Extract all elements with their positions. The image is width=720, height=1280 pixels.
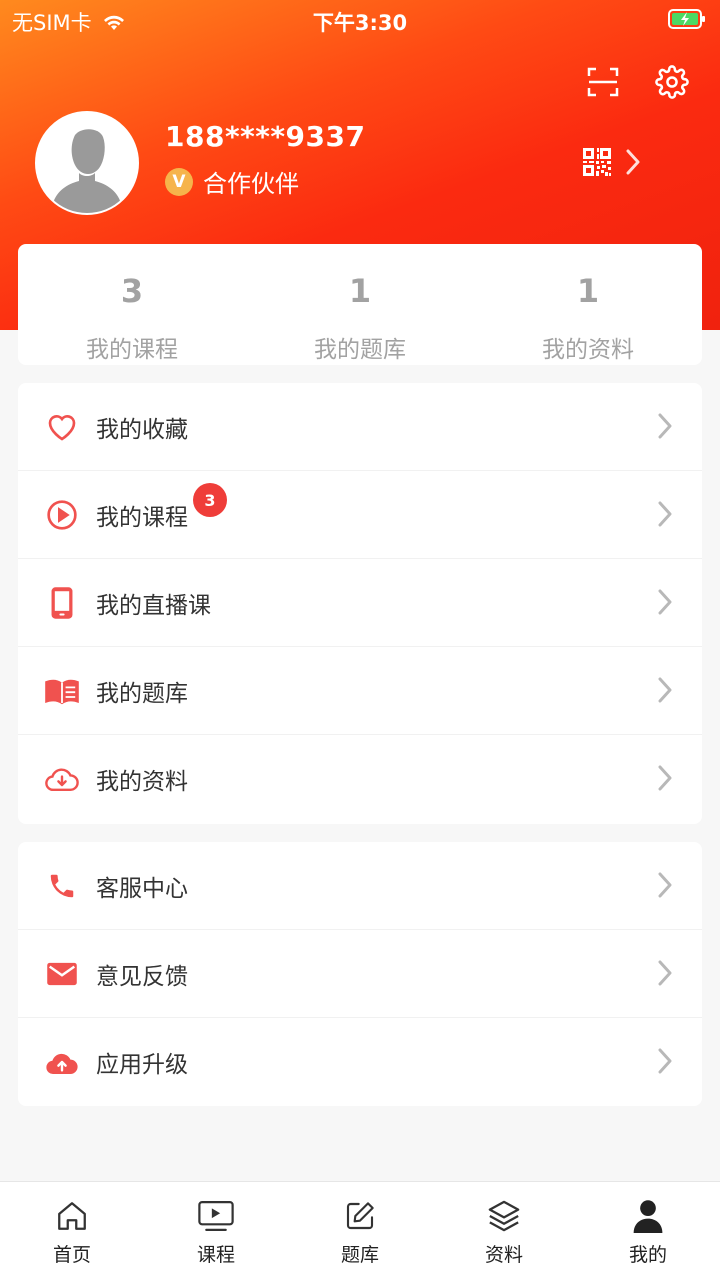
menu-item-materials[interactable]: 我的资料 (18, 735, 702, 823)
clock: 下午3:30 (312, 11, 408, 35)
tab-label: 首页 (52, 1244, 91, 1266)
home-icon (58, 1202, 86, 1230)
menu-item-label: 我的题库 (96, 680, 188, 707)
chevron-right-icon (658, 872, 672, 898)
menu-item-label: 客服中心 (96, 875, 188, 902)
play-circle-icon (47, 499, 77, 530)
qr-code-icon (583, 148, 611, 176)
cloud-upload-icon (46, 1053, 78, 1075)
role-label: 合作伙伴 (203, 170, 299, 198)
tab-me[interactable]: 我的 (576, 1182, 720, 1280)
stat-label: 我的资料 (542, 337, 634, 363)
tab-label: 资料 (484, 1244, 523, 1266)
menu-item-label: 我的直播课 (96, 592, 211, 619)
tab-question-bank[interactable]: 题库 (288, 1182, 432, 1280)
cloud-download-icon (45, 768, 79, 791)
chevron-right-icon (658, 960, 672, 986)
menu-item-label: 我的收藏 (96, 416, 188, 443)
stat-label: 我的课程 (86, 337, 178, 363)
member-role: V 合作伙伴 (165, 164, 299, 199)
user-icon (633, 1200, 663, 1233)
chevron-right-icon (658, 677, 672, 703)
scan-button[interactable] (585, 64, 621, 100)
stat-count: 1 (348, 272, 372, 310)
secondary-menu: 客服中心 意见反馈 应用升级 (18, 842, 702, 1106)
menu-item-label: 意见反馈 (96, 963, 188, 990)
unread-badge: 3 (193, 483, 227, 517)
stat-label: 我的题库 (314, 337, 406, 363)
stats-card: 3 我的课程 1 我的题库 1 我的资料 (18, 244, 702, 365)
default-avatar-icon (37, 113, 137, 213)
layers-icon (488, 1200, 520, 1232)
phone-icon (50, 874, 74, 897)
tab-label: 我的 (628, 1244, 667, 1266)
tab-courses[interactable]: 课程 (144, 1182, 288, 1280)
menu-item-label: 我的课程 (96, 504, 188, 531)
chevron-right-icon (658, 501, 672, 527)
stat-courses[interactable]: 3 我的课程 (18, 244, 246, 365)
bottom-tab-bar: 首页 课程 题库 资料 我的 (0, 1181, 720, 1280)
menu-item-label: 应用升级 (96, 1052, 188, 1078)
chevron-right-icon (658, 413, 672, 439)
chevron-right-icon (626, 149, 640, 175)
qr-code-button[interactable] (582, 147, 640, 177)
scan-icon (587, 67, 619, 97)
user-phone: 188****9337 (165, 120, 366, 153)
heart-icon (48, 414, 76, 441)
stat-question-bank[interactable]: 1 我的题库 (246, 244, 474, 365)
tab-label: 课程 (196, 1244, 235, 1266)
tab-label: 题库 (340, 1244, 379, 1266)
menu-item-my-courses[interactable]: 我的课程 3 (18, 471, 702, 559)
primary-menu: 我的收藏 我的课程 3 我的直播课 我的题库 我的资料 (18, 383, 702, 824)
open-book-icon (45, 679, 79, 704)
status-bar: 无SIM卡 下午3:30 (0, 0, 720, 40)
edit-icon (346, 1202, 374, 1230)
menu-item-favorites[interactable]: 我的收藏 (18, 383, 702, 471)
chevron-right-icon (658, 589, 672, 615)
chevron-right-icon (658, 1048, 672, 1074)
menu-item-app-upgrade[interactable]: 应用升级 (18, 1018, 702, 1106)
mail-icon (47, 962, 77, 985)
video-icon (198, 1201, 234, 1231)
stat-count: 3 (120, 272, 144, 310)
menu-item-label: 我的资料 (96, 769, 188, 795)
battery-charging-icon (668, 9, 705, 29)
menu-item-customer-service[interactable]: 客服中心 (18, 842, 702, 930)
stat-materials[interactable]: 1 我的资料 (474, 244, 702, 365)
menu-item-question-bank[interactable]: 我的题库 (18, 647, 702, 735)
gear-icon (655, 65, 689, 99)
menu-item-live-courses[interactable]: 我的直播课 (18, 559, 702, 647)
tab-materials[interactable]: 资料 (432, 1182, 576, 1280)
stat-count: 1 (576, 272, 600, 310)
mobile-phone-icon (51, 586, 73, 619)
avatar[interactable] (35, 111, 139, 215)
chevron-right-icon (658, 765, 672, 791)
settings-button[interactable] (654, 64, 690, 100)
menu-item-feedback[interactable]: 意见反馈 (18, 930, 702, 1018)
tab-home[interactable]: 首页 (0, 1182, 144, 1280)
vip-badge-icon: V (165, 167, 193, 196)
